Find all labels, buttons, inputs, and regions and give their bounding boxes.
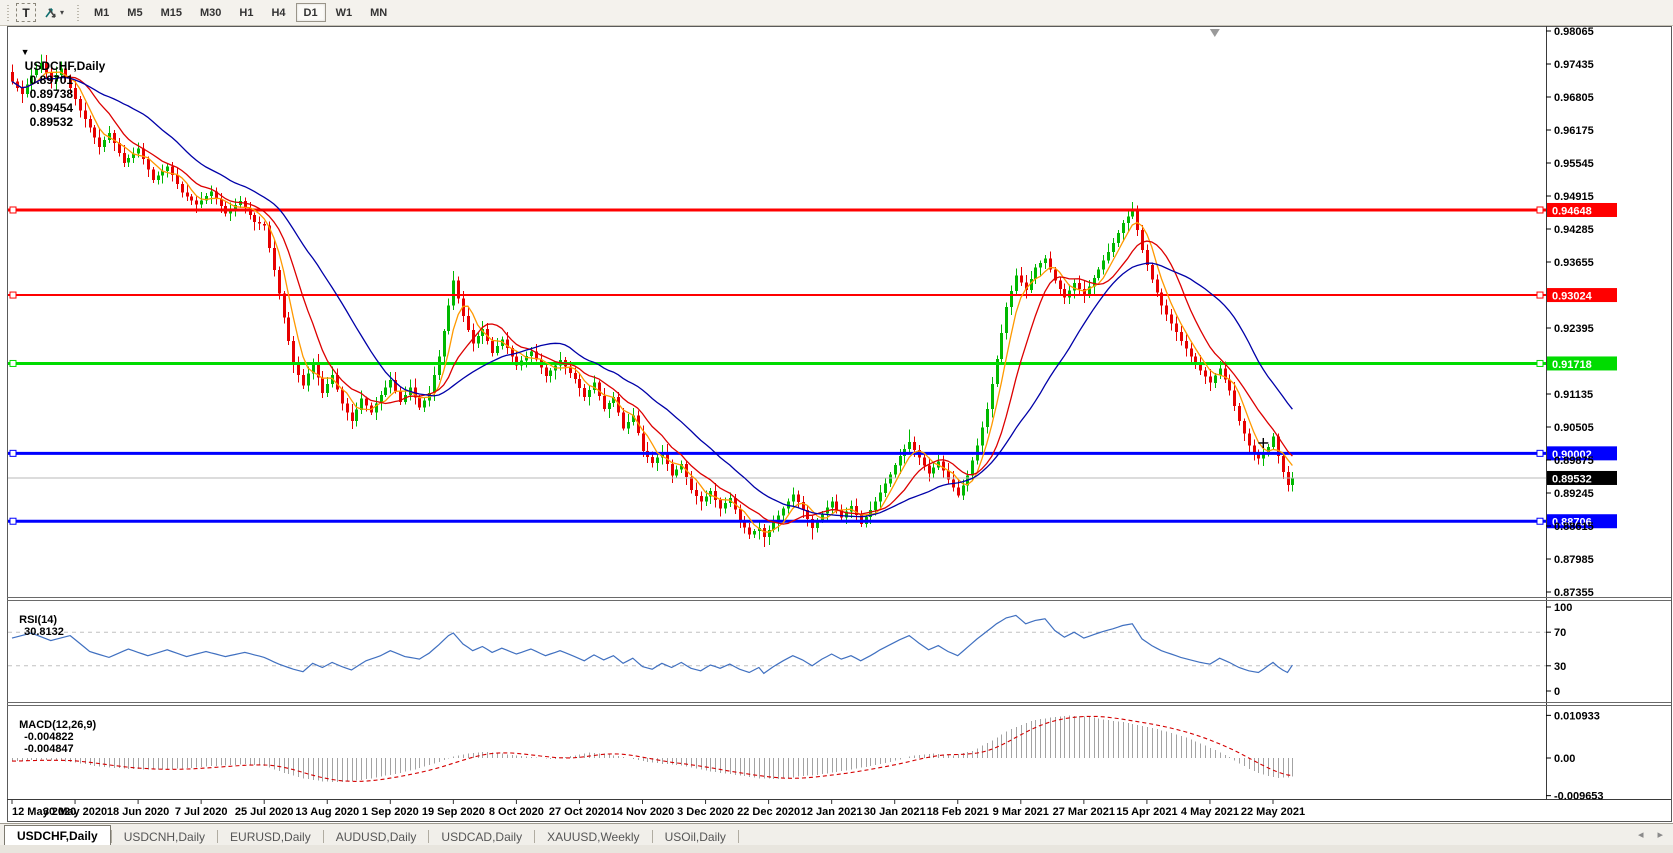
top-toolbar: T ▾ M1M5M15M30H1H4D1W1MN (0, 0, 1673, 26)
svg-text:0.010933: 0.010933 (1554, 710, 1600, 722)
status-bar (0, 845, 1673, 853)
timeframe-button-m15[interactable]: M15 (153, 3, 190, 22)
tab-usdchf-daily[interactable]: USDCHF,Daily (4, 825, 111, 846)
svg-text:27 Oct 2020: 27 Oct 2020 (549, 806, 610, 818)
svg-text:0.88615: 0.88615 (1554, 521, 1594, 533)
rsi-value: 30.8132 (24, 626, 64, 638)
svg-text:1 Sep 2020: 1 Sep 2020 (362, 806, 419, 818)
bar-open-value: 0.89701 (30, 73, 73, 87)
tab-scroll-left-icon[interactable]: ◂ (1638, 828, 1644, 841)
svg-text:8 Oct 2020: 8 Oct 2020 (489, 806, 544, 818)
svg-text:0.89875: 0.89875 (1554, 455, 1594, 467)
svg-text:0.92395: 0.92395 (1554, 323, 1594, 335)
timeframe-button-m1[interactable]: M1 (86, 3, 117, 22)
svg-text:18 Feb 2021: 18 Feb 2021 (927, 806, 989, 818)
svg-text:15 Apr 2021: 15 Apr 2021 (1116, 806, 1177, 818)
chart-symbol-period: USDCHF,Daily (25, 59, 106, 73)
timeframe-button-h4[interactable]: H4 (263, 3, 293, 22)
svg-text:0.96175: 0.96175 (1554, 125, 1594, 137)
svg-text:70: 70 (1554, 627, 1566, 639)
svg-text:12 Jan 2021: 12 Jan 2021 (801, 806, 863, 818)
svg-text:0.97435: 0.97435 (1554, 59, 1594, 71)
macd-signal-value: -0.004847 (24, 743, 74, 755)
svg-text:0.00: 0.00 (1554, 753, 1575, 765)
bar-close-value: 0.89532 (30, 115, 73, 129)
tab-usoil-daily[interactable]: USOil,Daily (653, 827, 738, 846)
svg-text:30 May 2020: 30 May 2020 (43, 806, 107, 818)
svg-text:25 Jul 2020: 25 Jul 2020 (235, 806, 294, 818)
svg-text:0.87985: 0.87985 (1554, 554, 1594, 566)
tab-usdcnh-daily[interactable]: USDCNH,Daily (112, 827, 217, 846)
tab-usdcad-daily[interactable]: USDCAD,Daily (429, 827, 534, 846)
svg-text:22 May 2021: 22 May 2021 (1241, 806, 1305, 818)
timeframe-button-h1[interactable]: H1 (231, 3, 261, 22)
timeframe-button-mn[interactable]: MN (362, 3, 395, 22)
svg-text:0.98065: 0.98065 (1554, 26, 1594, 38)
timeframe-button-group: M1M5M15M30H1H4D1W1MN (85, 3, 396, 22)
macd-name: MACD(12,26,9) (19, 719, 96, 731)
svg-text:0.91718: 0.91718 (1552, 359, 1592, 371)
svg-text:0.89532: 0.89532 (1552, 473, 1592, 485)
svg-text:0.94648: 0.94648 (1552, 205, 1592, 217)
chart-objects-button[interactable]: ▾ (38, 3, 69, 22)
mt4-terminal: { "toolbar": { "text_tool_label": "T", "… (0, 0, 1673, 853)
tab-audusd-daily[interactable]: AUDUSD,Daily (324, 827, 429, 846)
current-price-label: 0.89532 (1547, 471, 1617, 486)
svg-text:0.93024: 0.93024 (1552, 291, 1593, 303)
svg-text:0.95545: 0.95545 (1554, 158, 1594, 170)
swap-arrows-icon (43, 6, 58, 20)
svg-text:13 Aug 2020: 13 Aug 2020 (295, 806, 359, 818)
svg-text:0.89245: 0.89245 (1554, 488, 1594, 500)
svg-text:0.91135: 0.91135 (1554, 389, 1593, 401)
svg-text:0.93655: 0.93655 (1554, 257, 1594, 269)
toolbar-grip-handle[interactable] (76, 5, 81, 21)
timeframe-button-m30[interactable]: M30 (192, 3, 229, 22)
chevron-down-icon: ▾ (60, 8, 64, 17)
svg-text:4 May 2021: 4 May 2021 (1181, 806, 1239, 818)
svg-text:30: 30 (1554, 661, 1566, 673)
chart-tab-bar: USDCHF,DailyUSDCNH,DailyEURUSD,DailyAUDU… (0, 823, 1673, 846)
rsi-indicator-label: RSI(14) 30.8132 (13, 602, 64, 638)
svg-text:19 Sep 2020: 19 Sep 2020 (422, 806, 485, 818)
svg-text:7 Jul 2020: 7 Jul 2020 (175, 806, 228, 818)
tab-eurusd-daily[interactable]: EURUSD,Daily (218, 827, 323, 846)
text-tool-button[interactable]: T (16, 3, 36, 22)
svg-text:30 Jan 2021: 30 Jan 2021 (864, 806, 926, 818)
chart-dropdown-icon[interactable]: ▼ (21, 47, 30, 57)
svg-text:0.94915: 0.94915 (1554, 191, 1594, 203)
bar-low-value: 0.89454 (30, 101, 73, 115)
macd-indicator-label: MACD(12,26,9) -0.004822 -0.004847 (13, 707, 96, 755)
tab-scroll-right-icon[interactable]: ▸ (1657, 828, 1663, 841)
bar-high-value: 0.89738 (30, 87, 73, 101)
svg-text:22 Dec 2020: 22 Dec 2020 (737, 806, 800, 818)
timeframe-button-w1[interactable]: W1 (328, 3, 361, 22)
toolbar-grip-handle[interactable] (6, 5, 11, 21)
svg-text:0.94285: 0.94285 (1554, 224, 1594, 236)
svg-text:0.90505: 0.90505 (1554, 422, 1594, 434)
price-chart-canvas[interactable]: 0.946480.930240.917180.900020.887060.895… (0, 0, 1673, 823)
timeframe-button-m5[interactable]: M5 (119, 3, 150, 22)
timeframe-button-d1[interactable]: D1 (296, 3, 326, 22)
svg-text:27 Mar 2021: 27 Mar 2021 (1053, 806, 1115, 818)
svg-text:100: 100 (1554, 602, 1572, 614)
svg-text:-0.009653: -0.009653 (1554, 791, 1604, 803)
svg-text:0.96805: 0.96805 (1554, 92, 1594, 104)
svg-text:0: 0 (1554, 686, 1560, 698)
svg-text:3 Dec 2020: 3 Dec 2020 (677, 806, 734, 818)
rsi-name: RSI(14) (19, 614, 57, 626)
chart-title[interactable]: ▼ USDCHF,Daily 0.89701 0.89738 0.89454 0… (14, 31, 105, 129)
macd-value: -0.004822 (24, 731, 74, 743)
tab-xauusd-weekly[interactable]: XAUUSD,Weekly (535, 827, 651, 846)
svg-text:14 Nov 2020: 14 Nov 2020 (611, 806, 675, 818)
tab-scroll-controls: ◂ ▸ (1638, 828, 1663, 841)
svg-text:9 Mar 2021: 9 Mar 2021 (993, 806, 1049, 818)
chart-tabs: USDCHF,DailyUSDCNH,DailyEURUSD,DailyAUDU… (0, 825, 739, 846)
svg-text:18 Jun 2020: 18 Jun 2020 (107, 806, 169, 818)
tab-divider (738, 830, 739, 843)
